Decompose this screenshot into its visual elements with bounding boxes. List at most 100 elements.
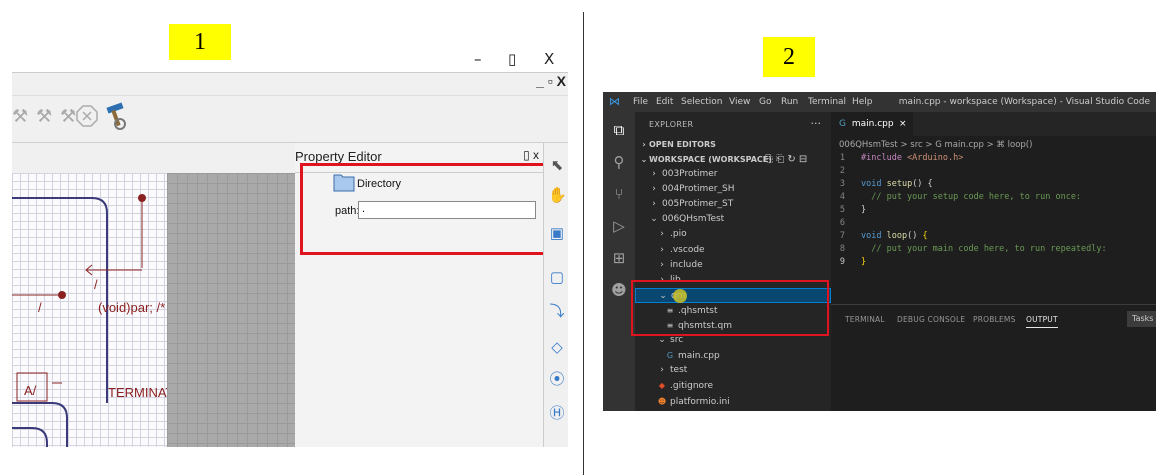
code-line[interactable]: 1 #include <Arduino.h> — [831, 152, 963, 165]
editor-area: G main.cpp × 006QHsmTest > src > G main.… — [831, 112, 1156, 304]
tree-item[interactable]: › 005Protimer_ST — [635, 197, 831, 212]
hammer-icon[interactable]: ⚒ — [12, 106, 34, 130]
code-line[interactable]: 2 — [831, 165, 861, 178]
build-tools-icon[interactable] — [105, 102, 131, 134]
menu-run[interactable]: Run — [781, 97, 798, 107]
tasks-dropdown[interactable]: Tasks — [1127, 311, 1156, 327]
tab-terminal[interactable]: TERMINAL — [845, 315, 885, 324]
run-debug-icon[interactable]: ▷ — [609, 216, 629, 236]
code-token: void — [861, 179, 887, 189]
menu-help[interactable]: Help — [852, 97, 873, 107]
platformio-icon[interactable]: ☻ — [609, 280, 629, 300]
tree-item-label: platformio.ini — [670, 396, 730, 407]
chevron-right-icon: › — [642, 140, 646, 149]
tree-item[interactable]: ◆ .gitignore — [635, 378, 831, 393]
tree-item[interactable]: › .pio — [635, 227, 831, 242]
vscode-logo-icon: ⋈ — [609, 95, 620, 108]
tree-item[interactable]: › .vscode — [635, 243, 831, 258]
tree-item-label: test — [670, 365, 688, 376]
tree-item[interactable]: Gmain.cpp — [635, 348, 831, 363]
more-actions-icon[interactable]: ··· — [811, 117, 822, 130]
code-line[interactable]: 8 // put your main code here, to run rep… — [831, 243, 1107, 256]
tree-item[interactable]: › include — [635, 258, 831, 273]
code-token: } — [861, 205, 867, 215]
code-line[interactable]: 5} — [831, 204, 866, 217]
pointer-icon[interactable]: ⬉ — [548, 157, 566, 175]
chevron-right-icon: › — [652, 184, 656, 195]
maximize-button[interactable]: ▯ — [508, 50, 516, 68]
tree-item[interactable]: ⌄ 006QHsmTest — [635, 212, 831, 227]
menu-selection[interactable]: Selection — [681, 97, 722, 107]
line-number: 7 — [839, 231, 845, 241]
mouse-cursor — [673, 289, 687, 303]
menu-terminal[interactable]: Terminal — [808, 97, 846, 107]
hammer-icon[interactable]: ⚒ — [36, 106, 58, 130]
transition-tool-icon[interactable]: ⤵ — [548, 303, 566, 321]
tools-palette: ⬉ ✋ ▣ ▢ ⤵ ◇ ⦿ Ⓗ — [543, 143, 568, 447]
bottom-panel: TERMINAL DEBUG CONSOLE PROBLEMS OUTPUT T… — [831, 304, 1156, 411]
file-icon: G — [666, 351, 674, 361]
hand-icon[interactable]: ✋ — [548, 187, 567, 205]
tab-close-icon[interactable]: × — [899, 112, 907, 136]
minimize-button[interactable]: – — [474, 50, 482, 68]
code-token: setup — [886, 179, 913, 189]
menu-edit[interactable]: Edit — [656, 97, 673, 107]
chevron-down-icon: ⌄ — [650, 214, 658, 225]
code-token: } — [861, 257, 867, 267]
code-token: () — [907, 231, 923, 241]
menu-file[interactable]: File — [633, 97, 648, 107]
tree-item-label: .vscode — [670, 244, 705, 255]
menu-go[interactable]: Go — [759, 97, 771, 107]
explorer-icon[interactable]: ⧉ — [609, 120, 629, 140]
code-line[interactable]: 9} — [831, 256, 866, 269]
tree-item-label: 003Protimer — [662, 169, 718, 179]
code-token: #include — [861, 153, 908, 163]
tree-item[interactable]: › 004Protimer_SH — [635, 182, 831, 197]
tab-output[interactable]: OUTPUT — [1026, 315, 1058, 328]
line-number: 4 — [839, 192, 845, 202]
section-label: OPEN EDITORS — [649, 140, 716, 149]
property-editor-title: Property Editor — [295, 149, 382, 164]
mdi-controls[interactable]: _ ▫ X — [536, 73, 566, 89]
workspace-section[interactable]: ⌄ WORKSPACE (WORKSPACE) ⎘ ⎗ ↻ ⊟ — [635, 152, 831, 167]
line-number: 2 — [839, 166, 845, 176]
code-line[interactable]: 4 // put your setup code here, to run on… — [831, 191, 1081, 204]
tab-problems[interactable]: PROBLEMS — [973, 315, 1016, 324]
vscode-titlebar: ⋈ File Edit Selection View Go Run Termin… — [603, 92, 1156, 112]
state-tool-icon[interactable]: ▢ — [548, 269, 566, 287]
diagram-canvas[interactable]: (void)par; /* / / A/ TERMINATE — [12, 173, 182, 447]
code-line[interactable]: 7 void loop() { — [831, 230, 928, 243]
tree-item-label: .pio — [670, 229, 687, 240]
source-control-icon[interactable]: ⑂ — [609, 184, 629, 204]
tree-item[interactable]: › 003Protimer — [635, 167, 831, 182]
dock-controls[interactable]: ▯ x — [523, 148, 539, 162]
stop-icon[interactable] — [76, 105, 102, 131]
menu-view[interactable]: View — [729, 97, 750, 107]
code-line[interactable]: 3 void setup() { — [831, 178, 933, 191]
workspace-actions[interactable]: ⎘ ⎗ ↻ ⊟ — [765, 152, 807, 167]
breadcrumb[interactable]: 006QHsmTest > src > G main.cpp > ⌘ loop(… — [839, 140, 1032, 150]
open-editors-section[interactable]: › OPEN EDITORS — [635, 137, 831, 152]
extensions-icon[interactable]: ⊞ — [609, 248, 629, 268]
tree-item-label: 005Protimer_ST — [662, 199, 734, 210]
note-tool-icon[interactable]: ▣ — [548, 225, 566, 243]
tab-main-cpp[interactable]: G main.cpp × — [831, 112, 913, 136]
code-editor[interactable]: 1 #include <Arduino.h> 2 3 void setup() {4 /… — [831, 152, 1156, 302]
tree-item[interactable]: ☻ platformio.ini — [635, 394, 831, 409]
file-icon: ☻ — [657, 396, 667, 406]
step-badge-1: 1 — [169, 24, 231, 60]
tree-item[interactable]: › test — [635, 363, 831, 378]
chevron-right-icon: › — [660, 229, 664, 240]
history-tool-icon[interactable]: Ⓗ — [548, 405, 566, 423]
choice-tool-icon[interactable]: ◇ — [548, 339, 566, 357]
tab-debug-console[interactable]: DEBUG CONSOLE — [897, 315, 965, 324]
code-token: // put your setup code here, to run once… — [861, 192, 1082, 202]
code-token: () { — [912, 179, 933, 189]
tree-item-label: main.cpp — [678, 351, 720, 362]
code-line[interactable]: 6 — [831, 217, 861, 230]
initial-tool-icon[interactable]: ⦿ — [548, 371, 566, 389]
search-icon[interactable]: ⚲ — [609, 152, 629, 172]
qm-menubar: _ ▫ X — [12, 73, 568, 95]
close-button[interactable]: X — [544, 50, 554, 68]
slash-label: / — [94, 277, 98, 292]
